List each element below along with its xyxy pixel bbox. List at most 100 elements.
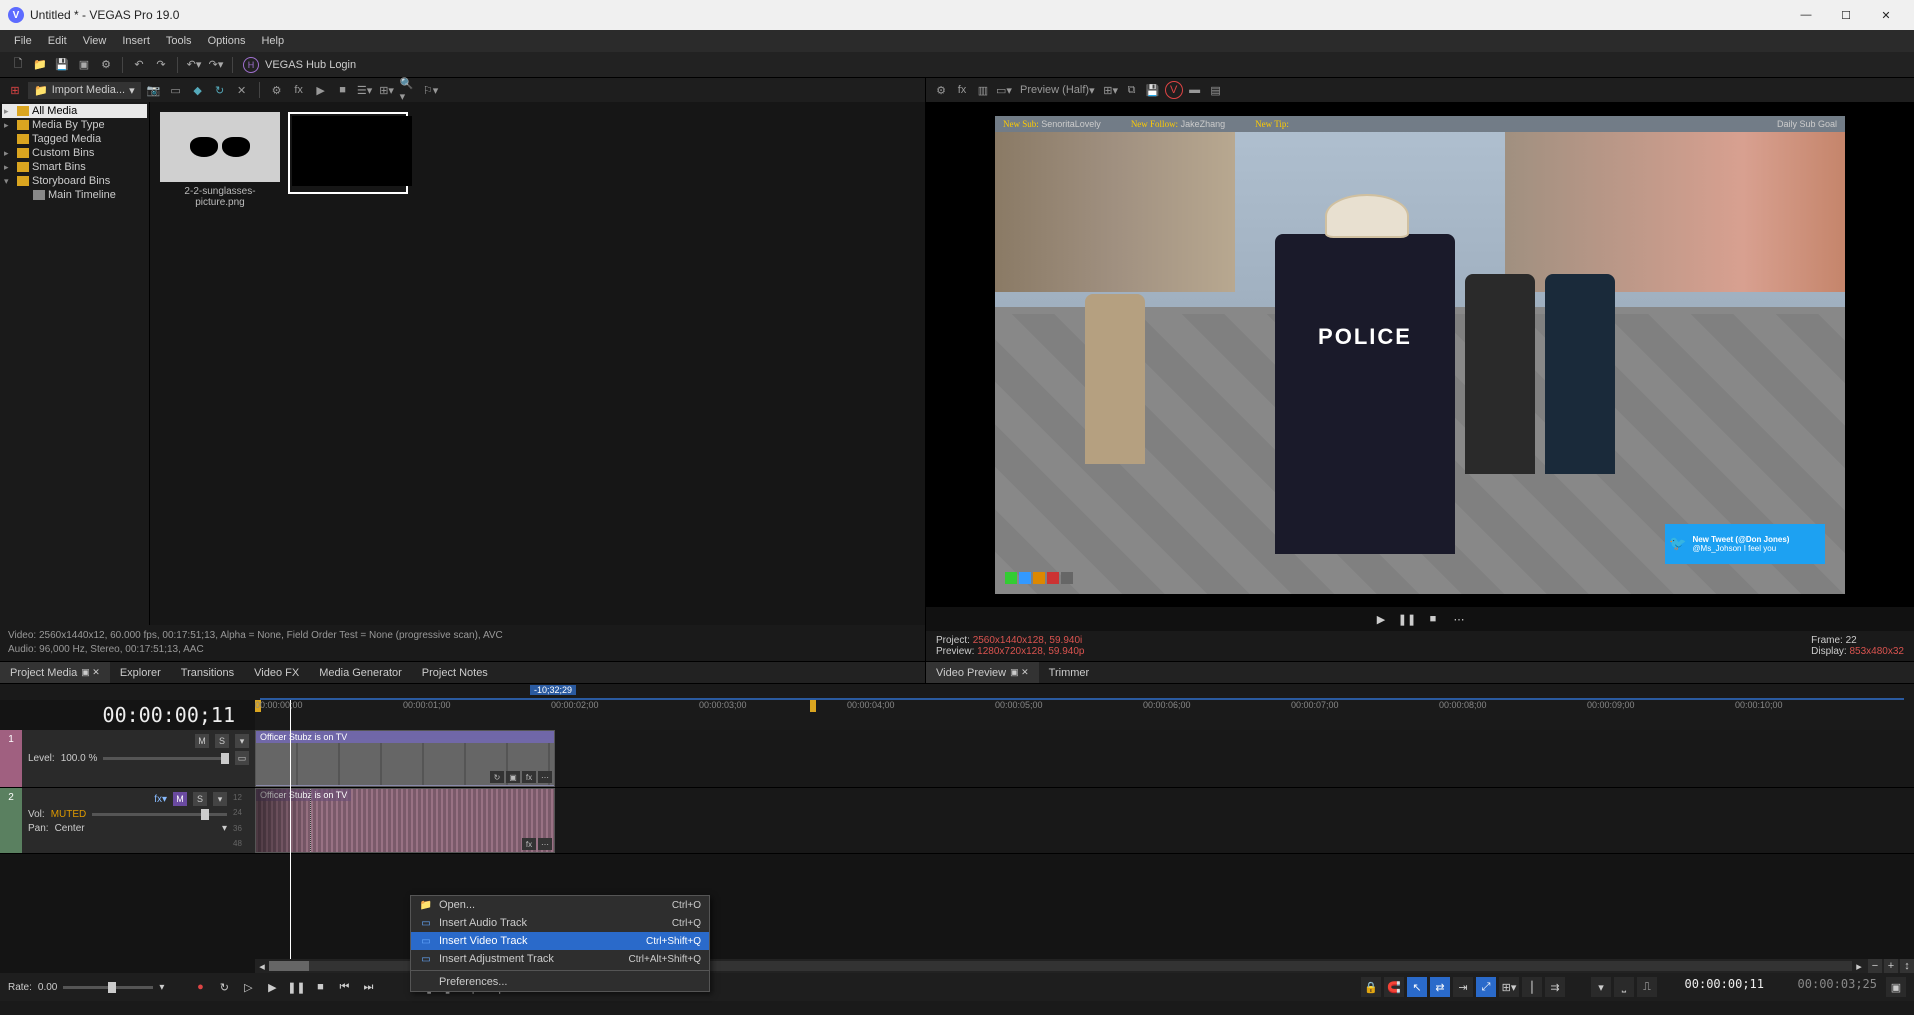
solo-button[interactable]: S bbox=[215, 734, 229, 748]
event-group-button[interactable]: ⊞▾ bbox=[1499, 977, 1519, 997]
clip-more-icon[interactable]: ⋯ bbox=[538, 771, 552, 783]
cm-preferences[interactable]: Preferences... bbox=[411, 973, 709, 991]
clip-fx-icon[interactable]: fx bbox=[522, 838, 536, 850]
go-start-button[interactable]: ⏮ bbox=[334, 977, 354, 997]
minimize-button[interactable]: ― bbox=[1786, 0, 1826, 30]
play-button[interactable]: ▶ bbox=[262, 977, 282, 997]
video-clip[interactable]: Officer Stubz is on TV ↻▣fx⋯ bbox=[255, 730, 555, 787]
menu-options[interactable]: Options bbox=[200, 32, 254, 50]
cm-insert-audio-track[interactable]: ▭ Insert Audio Track Ctrl+Q bbox=[411, 914, 709, 932]
tree-smart-bins[interactable]: ▸Smart Bins bbox=[2, 160, 147, 174]
selection-timecode[interactable]: 00:00:03;25 bbox=[1773, 977, 1883, 997]
tab-project-media[interactable]: Project Media▣ ✕ bbox=[0, 662, 110, 683]
thumb-sunglasses[interactable]: 2-2-sunglasses-picture.png bbox=[160, 112, 280, 208]
menu-edit[interactable]: Edit bbox=[40, 32, 75, 50]
new-project-button[interactable]: 🗋 bbox=[8, 55, 28, 75]
track-options-button[interactable]: ▾ bbox=[213, 792, 227, 806]
preview-fx-button[interactable]: fx bbox=[953, 81, 971, 99]
mute-button[interactable]: M bbox=[173, 792, 187, 806]
audio-clip[interactable]: Officer Stubz is on TV fx⋯ bbox=[255, 788, 555, 853]
import-media-button[interactable]: 📁 Import Media... ▾ bbox=[28, 82, 141, 99]
dock-button[interactable]: ▣ bbox=[1886, 977, 1906, 997]
clip-crop-icon[interactable]: ▣ bbox=[506, 771, 520, 783]
track-header-2[interactable]: 2 fx▾ M S ▾ Vol: MUTED Pan: bbox=[0, 788, 255, 854]
preview-stop-button[interactable]: ■ bbox=[1424, 610, 1442, 628]
preview-copy-button[interactable]: ⧉ bbox=[1123, 81, 1141, 99]
maximize-button[interactable]: ☐ bbox=[1826, 0, 1866, 30]
preview-pause-button[interactable]: ❚❚ bbox=[1398, 610, 1416, 628]
search-button[interactable]: 🔍▾ bbox=[400, 81, 418, 99]
thumb-view-button[interactable]: ⊞▾ bbox=[378, 81, 396, 99]
preview-viewport[interactable]: New Sub: SenoritaLovely New Follow: Jake… bbox=[926, 102, 1914, 607]
tree-storyboard-bins[interactable]: ▾Storyboard Bins bbox=[2, 174, 147, 188]
normal-edit-tool[interactable]: ↖ bbox=[1407, 977, 1427, 997]
tab-transitions[interactable]: Transitions bbox=[171, 662, 244, 683]
preview-props-button[interactable]: ⚙ bbox=[932, 81, 950, 99]
solo-button[interactable]: S bbox=[193, 792, 207, 806]
track-header-1[interactable]: 1 M S ▾ Level: 100.0 % ▭ bbox=[0, 730, 255, 788]
preview-save-button[interactable]: 💾 bbox=[1144, 81, 1162, 99]
timeline-ruler[interactable]: 00:00:00;0000:00:01;0000:00:02;0000:00:0… bbox=[255, 700, 1914, 730]
preview-play-button[interactable]: ▶ bbox=[312, 81, 330, 99]
tree-tagged-media[interactable]: Tagged Media bbox=[2, 132, 147, 146]
preview-quality-dropdown[interactable]: Preview (Half)▾ bbox=[1016, 81, 1099, 99]
hub-login-button[interactable]: H VEGAS Hub Login bbox=[243, 57, 356, 73]
mixer-button[interactable]: ⎍ bbox=[1637, 977, 1657, 997]
pan-dropdown[interactable]: ▾ bbox=[222, 823, 227, 834]
tab-trimmer[interactable]: Trimmer bbox=[1039, 662, 1100, 683]
tab-video-fx[interactable]: Video FX bbox=[244, 662, 309, 683]
clip-more-icon[interactable]: ⋯ bbox=[538, 838, 552, 850]
remove-button[interactable]: ✕ bbox=[233, 81, 251, 99]
play-start-button[interactable]: ▷ bbox=[238, 977, 258, 997]
render-button[interactable]: ▣ bbox=[74, 55, 94, 75]
stop-button[interactable]: ■ bbox=[310, 977, 330, 997]
marker-row[interactable]: -10;32;29 bbox=[0, 684, 1914, 700]
envelope-button[interactable]: ⎵ bbox=[1614, 977, 1634, 997]
media-properties-button[interactable]: ⚙ bbox=[268, 81, 286, 99]
menu-tools[interactable]: Tools bbox=[158, 32, 200, 50]
zoom-in-button[interactable]: + bbox=[1884, 959, 1898, 973]
cursor-timecode[interactable]: 00:00:00;11 bbox=[1660, 977, 1770, 997]
go-end-button[interactable]: ⏭ bbox=[358, 977, 378, 997]
video-track-lane[interactable]: Officer Stubz is on TV ↻▣fx⋯ bbox=[255, 730, 1914, 788]
track-options-button[interactable]: ▾ bbox=[235, 734, 249, 748]
scroll-right-button[interactable]: ▸ bbox=[1852, 959, 1866, 973]
capture-button[interactable]: 📷 bbox=[145, 81, 163, 99]
vol-slider[interactable] bbox=[92, 813, 227, 816]
record-button[interactable]: ● bbox=[190, 977, 210, 997]
redo-history-button[interactable]: ↷▾ bbox=[206, 55, 226, 75]
undo-button[interactable]: ↶ bbox=[129, 55, 149, 75]
cm-insert-adjustment-track[interactable]: ▭ Insert Adjustment Track Ctrl+Alt+Shift… bbox=[411, 950, 709, 968]
preview-overlay-button[interactable]: ⊞▾ bbox=[1102, 81, 1120, 99]
tab-project-notes[interactable]: Project Notes bbox=[412, 662, 498, 683]
preview-v-button[interactable]: V bbox=[1165, 81, 1183, 99]
preview-more-button[interactable]: ⋯ bbox=[1450, 610, 1468, 628]
loop-button[interactable]: ↻ bbox=[214, 977, 234, 997]
scrollbar-thumb[interactable] bbox=[269, 961, 309, 971]
ripple-all-button[interactable]: ⇉ bbox=[1545, 977, 1565, 997]
thumb-video[interactable] bbox=[288, 112, 408, 194]
list-view-button[interactable]: ☰▾ bbox=[356, 81, 374, 99]
undo-history-button[interactable]: ↶▾ bbox=[184, 55, 204, 75]
tag-button[interactable]: ⚐▾ bbox=[422, 81, 440, 99]
preview-bars-button[interactable]: ▤ bbox=[1207, 81, 1225, 99]
tab-media-generator[interactable]: Media Generator bbox=[309, 662, 412, 683]
clip-loop-icon[interactable]: ↻ bbox=[490, 771, 504, 783]
fade-in-handle[interactable] bbox=[256, 789, 311, 852]
ripple-button[interactable]: ⇥ bbox=[1453, 977, 1473, 997]
out-point-marker[interactable] bbox=[810, 700, 816, 712]
tree-all-media[interactable]: ▸All Media bbox=[2, 104, 147, 118]
save-button[interactable]: 💾 bbox=[52, 55, 72, 75]
preview-play-button[interactable]: ▶ bbox=[1372, 610, 1390, 628]
open-button[interactable]: 📁 bbox=[30, 55, 50, 75]
menu-help[interactable]: Help bbox=[253, 32, 292, 50]
add-track-button[interactable]: ▾ bbox=[1591, 977, 1611, 997]
close-button[interactable]: ✕ bbox=[1866, 0, 1906, 30]
zoom-height-button[interactable]: ↕ bbox=[1900, 959, 1914, 973]
cm-open[interactable]: 📁 Open... Ctrl+O bbox=[411, 896, 709, 914]
menu-file[interactable]: File bbox=[6, 32, 40, 50]
auto-crossfade-button[interactable]: ⤢ bbox=[1476, 977, 1496, 997]
preview-output-button[interactable]: ▭▾ bbox=[995, 81, 1013, 99]
get-media-button[interactable]: ▭ bbox=[167, 81, 185, 99]
preview-stop-button[interactable]: ■ bbox=[334, 81, 352, 99]
